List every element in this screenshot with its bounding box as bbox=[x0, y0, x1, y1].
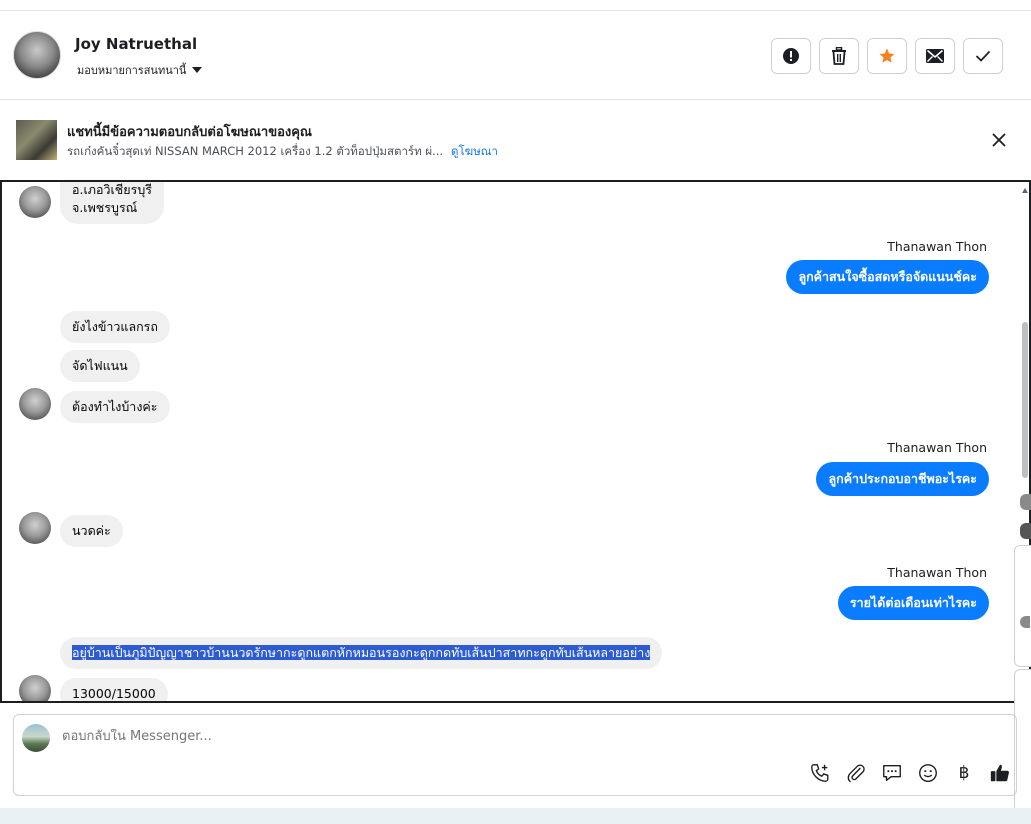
mark-spam-button[interactable] bbox=[771, 38, 811, 74]
mini-avatar[interactable] bbox=[1020, 523, 1031, 539]
star-icon bbox=[879, 48, 895, 63]
sender-avatar bbox=[19, 186, 51, 218]
mini-avatar[interactable] bbox=[1020, 494, 1031, 510]
sender-name: Thanawan Thon bbox=[887, 565, 987, 580]
incoming-message[interactable]: ต้องทำไงบ้างค่ะ bbox=[60, 391, 170, 424]
page-avatar bbox=[22, 724, 50, 752]
header-actions bbox=[771, 38, 1003, 74]
payment-button[interactable]: ฿ bbox=[952, 761, 976, 785]
envelope-icon bbox=[926, 49, 944, 63]
emoji-button[interactable] bbox=[916, 761, 940, 785]
ad-reply-banner: แชทนี้มีข้อความตอบกลับต่อโฆษณาของคุณ รถเ… bbox=[0, 100, 1031, 180]
caret-down-icon bbox=[192, 67, 203, 73]
attach-file-button[interactable] bbox=[844, 761, 868, 785]
ad-banner-subtitle: รถเก๋งคันจิ๋วสุดเท่ NISSAN MARCH 2012 เค… bbox=[67, 143, 498, 161]
contact-name[interactable]: Joy Natruethal bbox=[75, 35, 197, 53]
baht-icon: ฿ bbox=[958, 763, 970, 783]
emoji-icon bbox=[919, 764, 937, 782]
ad-thumbnail[interactable] bbox=[16, 120, 57, 160]
reply-input[interactable] bbox=[62, 729, 562, 744]
close-icon bbox=[992, 133, 1006, 147]
star-button[interactable] bbox=[867, 38, 907, 74]
incoming-message[interactable]: ยังไงข้าวแลกรถ bbox=[60, 311, 170, 344]
message-thread[interactable]: อ.เภอวิเชียรบุรี จ.เพชรบูรณ์ Thanawan Th… bbox=[0, 180, 1031, 703]
thumbs-up-icon bbox=[990, 764, 1009, 782]
incoming-message[interactable]: จัดไฟแนน bbox=[60, 350, 140, 383]
close-banner-button[interactable] bbox=[989, 130, 1009, 150]
sender-avatar bbox=[19, 512, 51, 544]
message-text: จ.เพชรบูรณ์ bbox=[72, 200, 138, 216]
composer-toolbar: ฿ bbox=[808, 761, 1012, 785]
sender-avatar bbox=[19, 675, 51, 701]
incoming-message[interactable]: อยู่บ้านเป็นภูมิปัญญาชาวบ้านนวดรักษากะดู… bbox=[60, 637, 663, 670]
saved-replies-button[interactable] bbox=[880, 761, 904, 785]
delete-button[interactable] bbox=[819, 38, 859, 74]
alert-icon bbox=[783, 48, 799, 64]
conversation-header: Joy Natruethal มอบหมายการสนทนานี้ bbox=[0, 10, 1031, 100]
sender-name: Thanawan Thon bbox=[887, 440, 987, 455]
check-icon bbox=[975, 50, 991, 62]
conversation-view: Joy Natruethal มอบหมายการสนทนานี้ แชทนี้… bbox=[0, 0, 1031, 824]
incoming-message[interactable]: อ.เภอวิเชียรบุรี จ.เพชรบูรณ์ bbox=[60, 182, 164, 225]
incoming-message[interactable]: 13000/15000 bbox=[60, 678, 168, 701]
phone-add-icon bbox=[811, 764, 829, 782]
mark-done-button[interactable] bbox=[963, 38, 1003, 74]
incoming-message[interactable]: นวดค่ะ bbox=[60, 515, 123, 548]
trash-icon bbox=[832, 47, 846, 65]
mini-avatar bbox=[1020, 616, 1030, 628]
ad-description: รถเก๋งคันจิ๋วสุดเท่ NISSAN MARCH 2012 เค… bbox=[67, 144, 444, 158]
mark-unread-button[interactable] bbox=[915, 38, 955, 74]
scroll-thumb[interactable] bbox=[1022, 322, 1028, 478]
chat-bubble-icon bbox=[883, 764, 901, 782]
side-card[interactable] bbox=[1014, 545, 1031, 667]
outgoing-message[interactable]: รายได้ต่อเดือนเท่าไรคะ bbox=[837, 586, 989, 620]
paperclip-icon bbox=[847, 764, 865, 783]
assign-conversation-dropdown[interactable]: มอบหมายการสนทนานี้ bbox=[77, 61, 203, 79]
sender-avatar bbox=[19, 388, 51, 420]
reply-composer: ฿ bbox=[13, 714, 1017, 796]
message-text: อ.เภอวิเชียรบุรี bbox=[72, 182, 152, 197]
scroll-up-arrow-icon[interactable] bbox=[1022, 188, 1028, 193]
outgoing-message[interactable]: ลูกค้าประกอบอาชีพอะไรคะ bbox=[816, 462, 989, 496]
ad-banner-title: แชทนี้มีข้อความตอบกลับต่อโฆษณาของคุณ bbox=[67, 125, 312, 140]
call-button[interactable] bbox=[808, 761, 832, 785]
sender-name: Thanawan Thon bbox=[887, 239, 987, 254]
outgoing-message[interactable]: ลูกค้าสนใจซื้อสดหรือจัดแนนช์คะ bbox=[786, 260, 989, 294]
selected-message-text: อยู่บ้านเป็นภูมิปัญญาชาวบ้านนวดรักษากะดู… bbox=[72, 645, 651, 660]
page-bottom-band bbox=[0, 808, 1031, 824]
like-button[interactable] bbox=[988, 761, 1012, 785]
assign-label: มอบหมายการสนทนานี้ bbox=[77, 64, 187, 77]
contact-avatar[interactable] bbox=[13, 31, 61, 79]
view-ad-link[interactable]: ดูโฆษณา bbox=[451, 144, 498, 158]
